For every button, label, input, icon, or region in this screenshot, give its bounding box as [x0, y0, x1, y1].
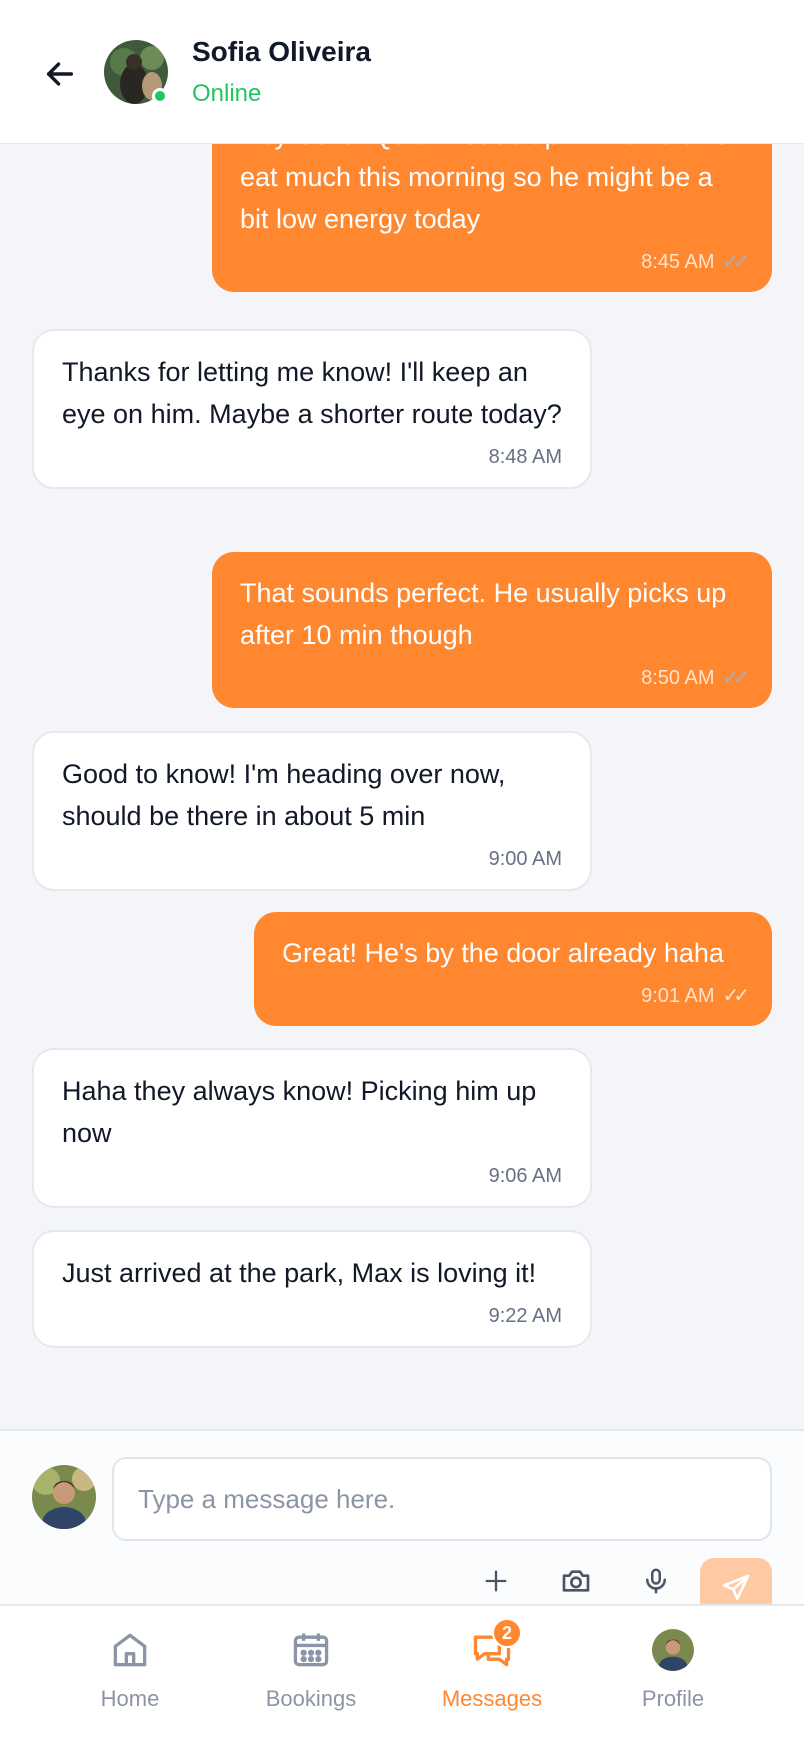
contact-name: Sofia Oliveira	[192, 36, 371, 67]
nav-item-bookings[interactable]: Bookings	[221, 1606, 401, 1748]
message-bubble-incoming[interactable]: Good to know! I'm heading over now, shou…	[32, 731, 592, 891]
calendar-icon	[293, 1633, 329, 1667]
message-time: 9:01 AM	[641, 985, 715, 1007]
bottom-navigation: Home Bookings 2 Messages Profile	[0, 1604, 804, 1748]
plus-icon	[485, 1570, 507, 1592]
read-receipt-icon: ✓✓	[722, 251, 749, 273]
message-time: 8:45 AM	[641, 251, 715, 273]
read-receipt-icon: ✓✓	[722, 667, 749, 689]
camera-icon	[562, 1570, 590, 1592]
arrow-left-icon	[46, 62, 74, 86]
user-avatar	[32, 1465, 96, 1529]
read-receipt-icon: ✓✓	[722, 985, 749, 1007]
message-bubble-outgoing[interactable]: Great! He's by the door already haha 9:0…	[254, 912, 772, 1026]
message-text: Haha they always know! Picking him up no…	[62, 1076, 537, 1148]
voice-button[interactable]	[634, 1559, 678, 1603]
message-time: 8:50 AM	[641, 667, 715, 689]
message-bubble-incoming[interactable]: Haha they always know! Picking him up no…	[32, 1048, 592, 1208]
nav-item-profile[interactable]: Profile	[583, 1606, 763, 1748]
nav-label: Profile	[641, 1686, 705, 1711]
message-time: 9:00 AM	[488, 848, 562, 870]
message-text: Hey Sofia! Quick heads up — Max didn't e…	[240, 144, 724, 234]
nav-label: Home	[100, 1686, 160, 1711]
message-text: That sounds perfect. He usually picks up…	[240, 578, 727, 650]
message-text: Thanks for letting me know! I'll keep an…	[62, 357, 562, 429]
avatar	[652, 1629, 694, 1671]
message-list[interactable]: Hey Sofia! Quick heads up — Max didn't e…	[0, 144, 804, 1430]
message-time: 9:06 AM	[488, 1165, 562, 1187]
nav-item-messages[interactable]: 2 Messages	[402, 1606, 582, 1748]
message-bubble-outgoing[interactable]: That sounds perfect. He usually picks up…	[212, 552, 772, 708]
message-input[interactable]	[112, 1457, 772, 1541]
contact-status: Online	[192, 80, 262, 107]
nav-item-home[interactable]: Home	[40, 1606, 220, 1748]
message-composer	[0, 1429, 804, 1618]
nav-label: Messages	[441, 1686, 543, 1711]
message-time: 9:22 AM	[488, 1305, 562, 1327]
microphone-icon	[646, 1568, 666, 1594]
send-icon	[722, 1574, 750, 1600]
message-text: Good to know! I'm heading over now, shou…	[62, 759, 506, 831]
message-text: Just arrived at the park, Max is loving …	[62, 1258, 537, 1288]
message-bubble-incoming[interactable]: Just arrived at the park, Max is loving …	[32, 1230, 592, 1348]
message-bubble-outgoing[interactable]: Hey Sofia! Quick heads up — Max didn't e…	[212, 144, 772, 292]
back-button[interactable]	[36, 50, 84, 98]
chat-header: Sofia Oliveira Online	[0, 0, 804, 144]
home-icon	[113, 1633, 147, 1667]
message-text: Great! He's by the door already haha	[282, 938, 724, 968]
message-bubble-incoming[interactable]: Thanks for letting me know! I'll keep an…	[32, 329, 592, 489]
online-indicator	[152, 88, 168, 104]
attach-button[interactable]	[474, 1559, 518, 1603]
nav-label: Bookings	[265, 1686, 357, 1711]
camera-button[interactable]	[554, 1559, 598, 1603]
unread-badge: 2	[492, 1618, 522, 1648]
message-time: 8:48 AM	[488, 446, 562, 468]
